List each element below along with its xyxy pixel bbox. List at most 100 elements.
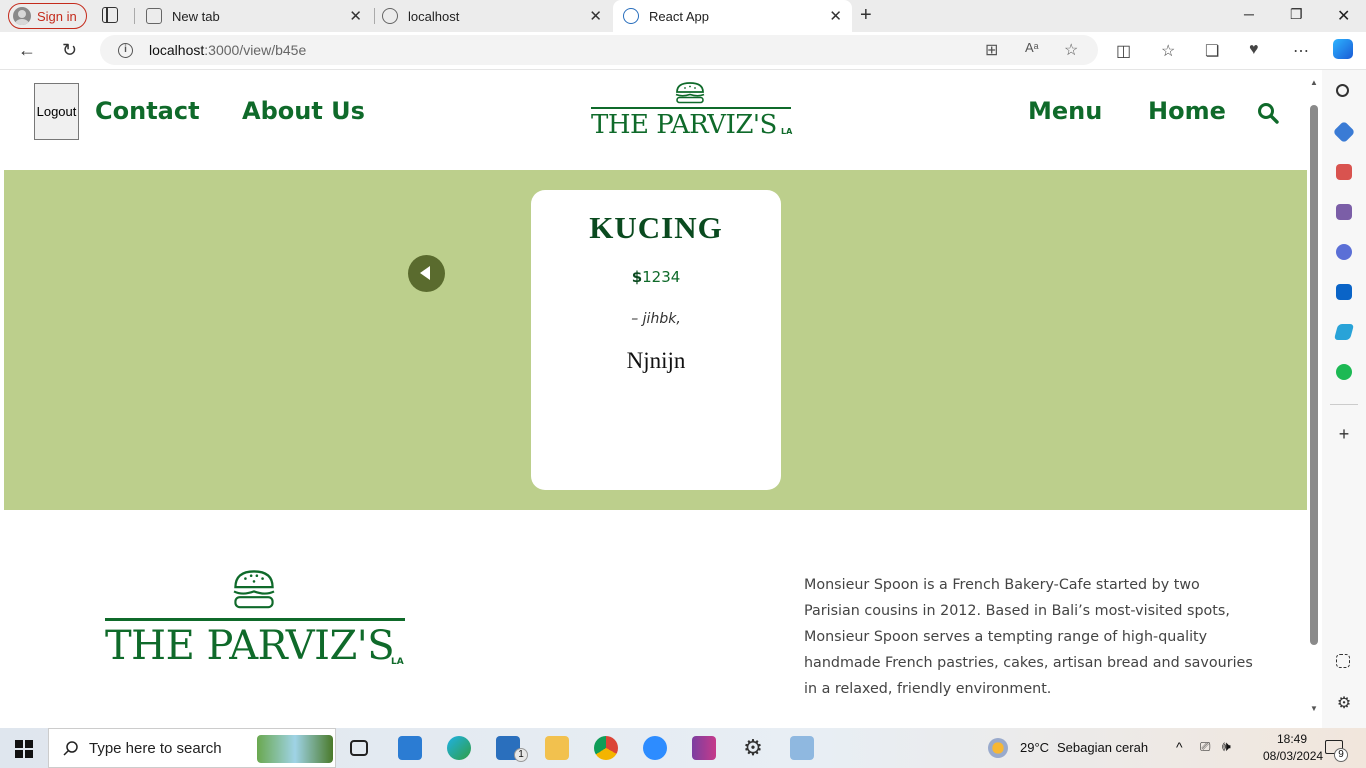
windows-start-icon[interactable] — [15, 740, 33, 758]
restore-icon[interactable]: ❐ — [1290, 6, 1303, 23]
windows-taskbar: Type here to search 1 ⚙ 29°C Sebagian ce… — [0, 728, 1366, 768]
games-icon[interactable] — [1336, 204, 1352, 220]
favorite-star-icon[interactable]: ☆ — [1064, 40, 1078, 60]
tab-new-tab[interactable]: New tab ✕ — [136, 0, 372, 32]
file-explorer-icon[interactable] — [545, 736, 569, 760]
vscode-icon[interactable] — [398, 736, 422, 760]
collections-icon[interactable]: ❏ — [1205, 41, 1219, 61]
tools-icon[interactable] — [1336, 164, 1352, 180]
clipchamp-icon[interactable] — [692, 736, 716, 760]
scroll-down-icon[interactable]: ▼ — [1310, 704, 1318, 713]
site-header: Logout Contact About Us THE PARVIZ'S LA … — [4, 70, 1307, 170]
sidebar-divider — [1330, 404, 1358, 405]
chrome-icon[interactable] — [594, 736, 618, 760]
split-screen-icon[interactable]: ◫ — [1116, 41, 1131, 61]
page-icon — [382, 8, 398, 24]
window-close-icon[interactable]: ✕ — [1337, 6, 1350, 26]
taskbar-search-field[interactable]: Type here to search — [48, 728, 336, 768]
settings-icon[interactable]: ⚙ — [741, 736, 765, 760]
notification-badge: 9 — [1334, 748, 1348, 762]
sign-in-button[interactable]: Sign in — [8, 3, 87, 29]
url-host: localhost — [149, 42, 205, 58]
logo-rule — [105, 618, 405, 621]
page-viewport: Logout Contact About Us THE PARVIZ'S LA … — [4, 70, 1307, 725]
close-icon[interactable]: ✕ — [829, 7, 842, 25]
footer-logo: THE PARVIZ'S LA — [105, 570, 405, 670]
logo-suffix: LA — [781, 127, 793, 136]
page-scrollbar[interactable]: ▲ ▼ — [1307, 70, 1322, 725]
tab-actions-icon[interactable] — [102, 7, 118, 23]
nav-contact[interactable]: Contact — [95, 97, 200, 125]
nav-menu[interactable]: Menu — [1028, 97, 1102, 125]
weather-icon[interactable] — [988, 738, 1008, 758]
sign-in-label: Sign in — [37, 8, 77, 24]
product-note: Njnijn — [626, 348, 686, 373]
edge-icon[interactable] — [447, 736, 471, 760]
search-icon[interactable] — [1257, 102, 1279, 124]
search-icon[interactable] — [1336, 84, 1349, 97]
burger-icon — [233, 570, 275, 609]
add-icon[interactable]: + — [1336, 425, 1352, 443]
more-menu-icon[interactable]: ⋯ — [1293, 41, 1309, 61]
scroll-thumb[interactable] — [1310, 105, 1318, 645]
product-price: $1234 — [531, 268, 781, 286]
show-hidden-icons-icon[interactable]: ^ — [1176, 739, 1183, 755]
url-path: :3000/view/b45e — [204, 42, 307, 58]
favorites-icon[interactable]: ☆ — [1161, 41, 1175, 61]
zoom-icon[interactable] — [643, 736, 667, 760]
nav-about-us[interactable]: About Us — [242, 97, 365, 125]
close-icon[interactable]: ✕ — [349, 7, 362, 25]
weather-description[interactable]: Sebagian cerah — [1057, 740, 1148, 755]
browser-tab-bar: Sign in New tab ✕ localhost ✕ React App … — [0, 0, 1366, 32]
url-field[interactable]: i localhost:3000/view/b45e — [100, 35, 1098, 65]
settings-gear-icon[interactable]: ⚙ — [1336, 696, 1352, 712]
telegram-icon[interactable] — [1333, 324, 1355, 340]
apps-icon[interactable]: ⊞ — [985, 40, 998, 60]
tab-react-app[interactable]: React App ✕ — [613, 0, 852, 32]
shopping-icon[interactable] — [1332, 120, 1356, 144]
mail-badge: 1 — [514, 748, 528, 762]
clock-date[interactable]: 08/03/2024 — [1263, 749, 1323, 763]
price-value: 1234 — [642, 268, 681, 286]
tab-divider — [134, 8, 135, 24]
screenshot-icon[interactable] — [1336, 654, 1350, 668]
weather-temperature[interactable]: 29°C — [1020, 740, 1049, 755]
taskbar-search-placeholder: Type here to search — [89, 739, 222, 757]
logo-wordmark: THE PARVIZ'S — [591, 110, 777, 140]
close-icon[interactable]: ✕ — [589, 7, 602, 25]
extensions-icon[interactable]: ♥ — [1249, 41, 1259, 59]
tab-localhost[interactable]: localhost ✕ — [376, 0, 612, 32]
dollar-icon: $ — [631, 268, 643, 286]
notepad-icon[interactable] — [790, 736, 814, 760]
tab-label: React App — [649, 8, 709, 24]
microsoft365-icon[interactable] — [1336, 244, 1352, 260]
tab-label: localhost — [408, 8, 460, 24]
new-tab-button[interactable]: + — [860, 4, 872, 27]
minimize-icon[interactable]: ─ — [1244, 6, 1254, 22]
logo-suffix: LA — [391, 657, 404, 667]
copilot-icon[interactable] — [1333, 39, 1353, 59]
nav-home[interactable]: Home — [1148, 97, 1226, 125]
outlook-icon[interactable] — [1336, 284, 1352, 300]
browser-sidebar: + ⚙ — [1322, 70, 1366, 728]
site-info-icon[interactable]: i — [118, 42, 133, 58]
header-logo[interactable]: THE PARVIZ'S LA — [591, 82, 793, 142]
previous-arrow-icon[interactable] — [408, 255, 445, 292]
product-description: – jihbk, — [631, 311, 681, 327]
new-tab-icon — [146, 8, 162, 24]
logo-wordmark: THE PARVIZ'S — [105, 623, 395, 669]
tab-label: New tab — [172, 8, 220, 24]
back-icon[interactable]: ← — [18, 40, 36, 61]
spotify-icon[interactable] — [1336, 364, 1352, 380]
network-icon[interactable]: ⎚ — [1200, 739, 1210, 755]
logout-button[interactable]: Logout — [34, 83, 79, 140]
address-toolbar: ← ↻ i localhost:3000/view/b45e ⊞ Aᵃ ☆ ◫ … — [0, 32, 1366, 70]
read-aloud-icon[interactable]: Aᵃ — [1025, 40, 1039, 55]
scroll-up-icon[interactable]: ▲ — [1310, 78, 1318, 87]
clock-time[interactable]: 18:49 — [1277, 732, 1307, 746]
refresh-icon[interactable]: ↻ — [62, 40, 77, 61]
volume-icon[interactable]: 🕪 — [1222, 738, 1231, 755]
product-card: KUCING $1234 – jihbk, Njnijn — [531, 190, 781, 490]
product-hero: KUCING $1234 – jihbk, Njnijn — [4, 170, 1307, 510]
task-view-icon[interactable] — [350, 740, 368, 756]
